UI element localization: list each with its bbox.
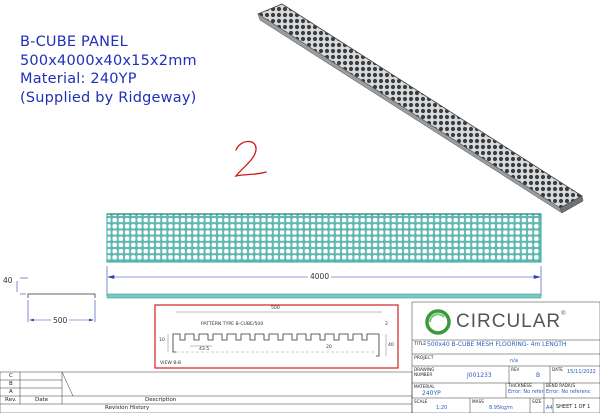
company-name: CIRCULAR xyxy=(456,311,562,332)
sheet-value: SHEET 1 OF 1 xyxy=(556,404,591,410)
size-value: A4 xyxy=(546,405,553,411)
rev-label: REV xyxy=(511,367,520,372)
mass-label: MASS xyxy=(472,399,484,404)
width-dimension-label: 500 xyxy=(51,316,70,325)
company-logo-text: CIRCULAR® xyxy=(456,311,567,333)
date-value: 15/11/2022 xyxy=(567,369,596,375)
rev-value: B xyxy=(536,372,541,379)
handwritten-number-mark xyxy=(234,140,267,177)
note-line-3: Material: 240YP xyxy=(20,71,137,87)
date-label: DATE xyxy=(552,367,563,372)
panel-notes: B-CUBE PANEL 500x4000x40x15x2mm Material… xyxy=(20,33,197,107)
thickness-value: Error: No referenc xyxy=(508,389,544,395)
detail-left-height-label: 10 xyxy=(159,338,165,343)
detail-depth-label: 20 xyxy=(326,345,332,350)
revision-col-description: Description xyxy=(145,397,177,403)
revision-history-footer: Revision History xyxy=(105,405,150,411)
length-dimension-label: 4000 xyxy=(308,272,332,281)
revision-row-b: B xyxy=(9,381,13,387)
material-label: MATERIAL xyxy=(414,384,435,389)
revision-row-a: A xyxy=(9,389,13,395)
revision-col-date: Date xyxy=(35,397,49,403)
registered-mark: ® xyxy=(561,311,567,317)
scale-value: 1:20 xyxy=(436,405,448,411)
detail-right-top-label: 2 xyxy=(385,322,388,327)
scale-label: SCALE xyxy=(414,399,428,404)
panel-plan-view xyxy=(106,213,542,263)
note-line-1: B-CUBE PANEL xyxy=(20,34,128,50)
detail-view-label: VIEW B-B xyxy=(160,361,182,366)
project-value: n/a xyxy=(510,358,518,364)
drawing-number-value: J001233 xyxy=(467,372,492,379)
material-value: 240YP xyxy=(422,390,441,397)
bend-radius-value: Error: No referenc xyxy=(546,389,591,395)
revision-col-rev: Rev. xyxy=(5,397,17,403)
revision-table-grid xyxy=(0,371,413,413)
detail-width-label: 500 xyxy=(271,306,280,311)
detail-pitch-label: 43.5 xyxy=(199,347,210,352)
detail-view-frame xyxy=(154,304,399,369)
drawing-number-label: DRAWING NUMBER xyxy=(414,367,435,377)
note-line-4: (Supplied by Ridgeway) xyxy=(20,89,197,106)
title-value: 500x40 B-CUBE MESH FLOORING- 4m LENGTH xyxy=(427,341,567,348)
length-dimension xyxy=(106,266,542,296)
title-label: TITLE xyxy=(414,342,427,347)
note-line-2: 500x4000x40x15x2mm xyxy=(20,52,197,69)
height-dimension-label: 40 xyxy=(3,276,13,285)
thickness-label: THICKNESS xyxy=(508,383,532,388)
circular-logo-icon xyxy=(425,309,451,335)
mass-value: 8.95kg/m xyxy=(489,405,513,411)
panel-edge-view xyxy=(106,293,542,299)
bend-radius-label: BEND RADIUS xyxy=(546,383,575,388)
detail-pattern-label: PATTERN TYPE B-CUBE/500 xyxy=(201,322,264,327)
isometric-panel-view xyxy=(257,3,584,214)
project-label: PROJECT xyxy=(414,356,434,361)
size-label: SIZE xyxy=(532,399,542,404)
revision-row-c: C xyxy=(9,373,13,379)
detail-right-height-label: 40 xyxy=(388,343,394,348)
